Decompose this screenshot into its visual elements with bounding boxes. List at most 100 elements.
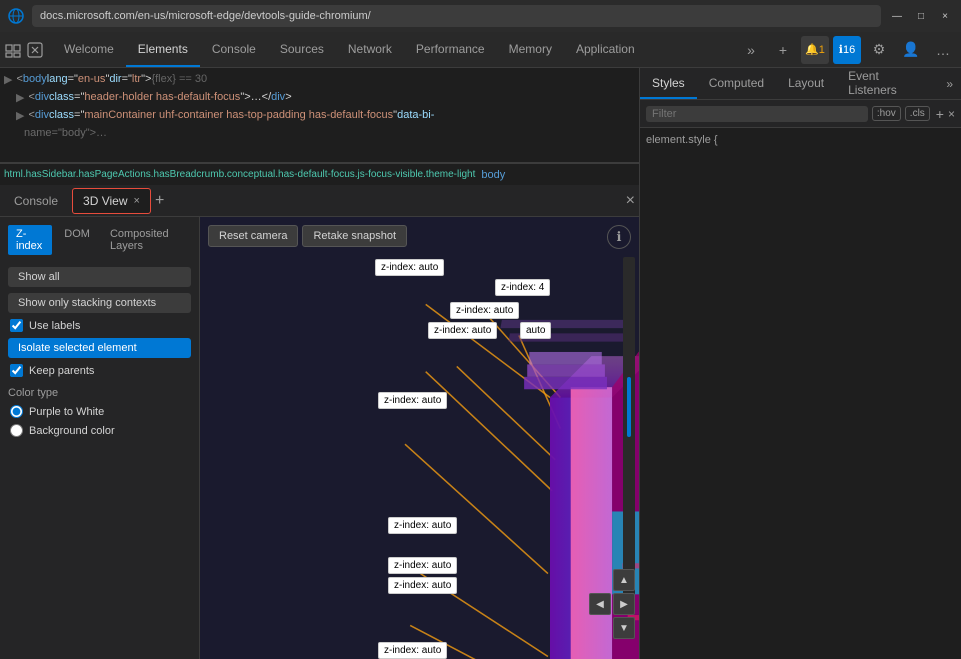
close-button[interactable]: × (937, 8, 953, 24)
isolate-element-button[interactable]: Isolate selected element (8, 338, 191, 358)
nav-arrow-down[interactable]: ▼ (613, 617, 635, 639)
tab-console[interactable]: Console (200, 32, 268, 67)
close-panel-icon[interactable]: × (626, 192, 635, 210)
nav-arrows-mid: ◀ ▶ (589, 593, 635, 615)
browser-titlebar: docs.microsoft.com/en-us/microsoft-edge/… (0, 0, 961, 32)
zindex-label-2: z-index: 4 (495, 279, 550, 296)
color-purple-label: Purple to White (29, 406, 104, 418)
main-content: ▶ <body lang="en-us" dir="ltr" > {flex} … (0, 68, 961, 659)
more-menu-icon[interactable]: … (929, 36, 957, 64)
show-stacking-button[interactable]: Show only stacking contexts (8, 293, 191, 313)
keep-parents-row: Keep parents (10, 364, 191, 377)
zindex-label-3: z-index: auto (450, 302, 519, 319)
color-bg-label: Background color (29, 425, 115, 437)
styles-tab-events[interactable]: Event Listeners (836, 68, 938, 99)
use-labels-label: Use labels (29, 320, 80, 332)
console-tabs-bar: Console 3D View × + × (0, 185, 639, 217)
close-style-panel-icon[interactable]: × (948, 107, 955, 121)
filter-bar: :hov .cls + × (640, 100, 961, 128)
reset-camera-button[interactable]: Reset camera (208, 225, 298, 247)
devtools-icon (4, 41, 22, 59)
color-type-label: Color type (8, 387, 191, 399)
cls-badge[interactable]: .cls (905, 106, 930, 121)
tab-sources[interactable]: Sources (268, 32, 336, 67)
dom-line-header: ▶ <div class="header-holder has-default-… (0, 88, 639, 106)
devtools-secondary-icon (26, 41, 44, 59)
url-text: docs.microsoft.com/en-us/microsoft-edge/… (40, 10, 371, 22)
hov-badge[interactable]: :hov (872, 106, 901, 121)
filter-input[interactable] (646, 106, 868, 122)
dom-line-main2: name="body">… (0, 124, 639, 142)
sidebar-3d: Z-index DOM Composited Layers Show all S… (0, 217, 200, 659)
styles-tab-computed[interactable]: Computed (697, 68, 776, 99)
color-purple-radio[interactable] (10, 405, 23, 418)
zindex-label-6: z-index: auto (388, 517, 457, 534)
view-3d-area: Z-index DOM Composited Layers Show all S… (0, 217, 639, 659)
zindex-label-8: z-index: auto (388, 577, 457, 594)
add-style-icon[interactable]: + (936, 106, 944, 122)
zindex-label-7: z-index: auto (388, 557, 457, 574)
subtabs: Z-index DOM Composited Layers (8, 225, 191, 255)
zindex-label-1: z-index: auto (375, 259, 444, 276)
retake-snapshot-button[interactable]: Retake snapshot (302, 225, 407, 247)
styles-tab-layout[interactable]: Layout (776, 68, 836, 99)
tab-network[interactable]: Network (336, 32, 404, 67)
left-panel: ▶ <body lang="en-us" dir="ltr" > {flex} … (0, 68, 640, 659)
styles-tabs: Styles Computed Layout Event Listeners » (640, 68, 961, 100)
subtab-composited[interactable]: Composited Layers (102, 225, 191, 255)
zindex-label-9: z-index: auto (378, 642, 447, 659)
info-badge: ℹ 16 (833, 36, 861, 64)
close-3d-view-icon[interactable]: × (134, 195, 140, 207)
tab-3d-view[interactable]: 3D View × (72, 188, 151, 214)
devtools-tabs: Welcome Elements Console Sources Network… (52, 32, 647, 67)
styles-tab-more[interactable]: » (938, 77, 961, 91)
style-rule-element: element.style { (646, 134, 955, 146)
breadcrumb-link[interactable]: html.hasSidebar.hasPageActions.hasBreadc… (4, 169, 475, 180)
add-panel-tab-icon[interactable]: + (155, 192, 164, 210)
tab-elements[interactable]: Elements (126, 32, 200, 67)
alert-badge: 🔔 1 (801, 36, 829, 64)
style-selector: element.style { (646, 134, 718, 146)
breadcrumb-bar: html.hasSidebar.hasPageActions.hasBreadc… (0, 163, 639, 185)
url-bar[interactable]: docs.microsoft.com/en-us/microsoft-edge/… (32, 5, 881, 27)
canvas-toolbar: Reset camera Retake snapshot (208, 225, 407, 247)
devtools-header: Welcome Elements Console Sources Network… (0, 32, 961, 68)
styles-content: element.style { (640, 128, 961, 659)
settings-icon[interactable]: ⚙ (865, 36, 893, 64)
element-tree: ▶ <body lang="en-us" dir="ltr" > {flex} … (0, 68, 639, 163)
zindex-label-4: z-index: auto (428, 322, 497, 339)
styles-tab-styles[interactable]: Styles (640, 68, 697, 99)
keep-parents-label: Keep parents (29, 365, 94, 377)
show-all-button[interactable]: Show all (8, 267, 191, 287)
user-icon[interactable]: 👤 (897, 36, 925, 64)
subtab-zindex[interactable]: Z-index (8, 225, 52, 255)
nav-arrow-right[interactable]: ▶ (613, 593, 635, 615)
keep-parents-checkbox[interactable] (10, 364, 23, 377)
add-tab-icon[interactable]: + (769, 36, 797, 64)
dom-line-body: ▶ <body lang="en-us" dir="ltr" > {flex} … (0, 70, 639, 88)
maximize-button[interactable]: □ (913, 8, 929, 24)
nav-arrow-left[interactable]: ◀ (589, 593, 611, 615)
tab-memory[interactable]: Memory (497, 32, 564, 67)
info-icon[interactable]: ℹ (607, 225, 631, 249)
more-tabs-icon[interactable]: » (737, 36, 765, 64)
canvas-3d[interactable]: Reset camera Retake snapshot ℹ (200, 217, 639, 659)
tab-application[interactable]: Application (564, 32, 647, 67)
minimize-button[interactable]: — (889, 8, 905, 24)
nav-arrows: ▲ ◀ ▶ ▼ (589, 569, 635, 639)
nav-arrow-up[interactable]: ▲ (613, 569, 635, 591)
canvas-scrollbar[interactable] (623, 257, 635, 607)
tab-performance[interactable]: Performance (404, 32, 497, 67)
use-labels-checkbox[interactable] (10, 319, 23, 332)
window-controls: — □ × (889, 8, 953, 24)
tab-welcome[interactable]: Welcome (52, 32, 126, 67)
color-purple-row: Purple to White (10, 405, 191, 418)
devtools-tab-icons: » + 🔔 1 ℹ 16 ⚙ 👤 … (737, 36, 957, 64)
color-bg-radio[interactable] (10, 424, 23, 437)
nav-arrows-bot: ▼ (589, 617, 635, 639)
subtab-dom[interactable]: DOM (56, 225, 98, 255)
tab-console-bottom[interactable]: Console (4, 188, 68, 214)
right-panel: Styles Computed Layout Event Listeners »… (640, 68, 961, 659)
breadcrumb-body: body (481, 169, 505, 181)
zindex-label-5: z-index: auto (378, 392, 447, 409)
